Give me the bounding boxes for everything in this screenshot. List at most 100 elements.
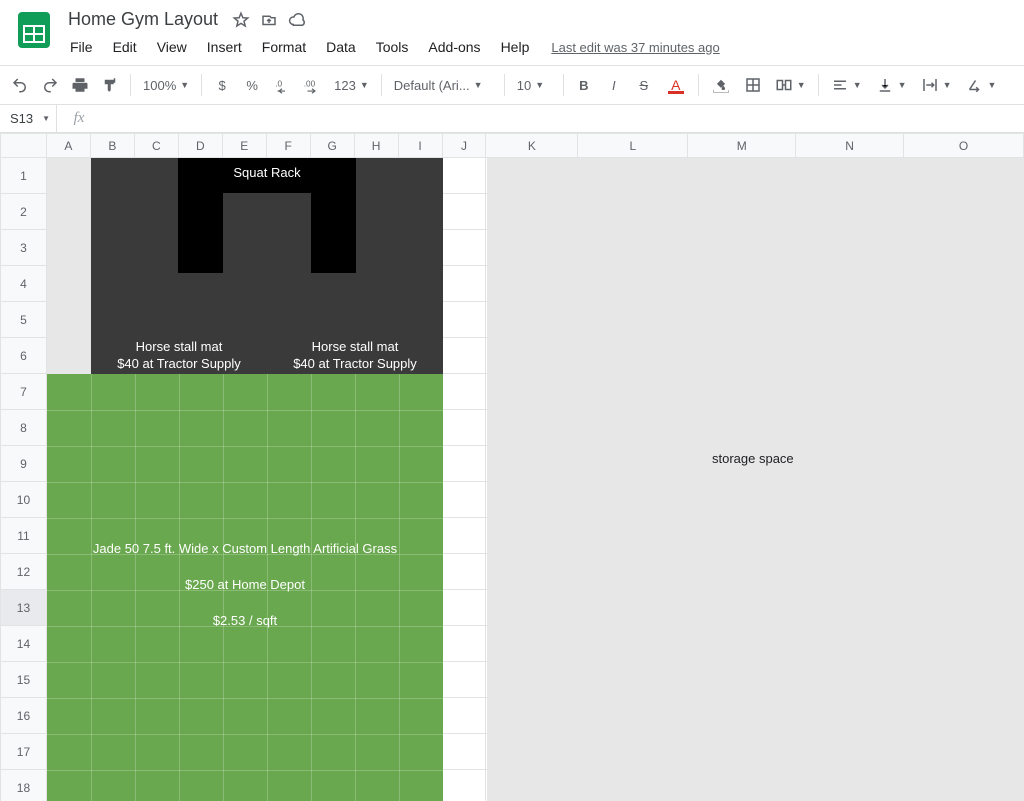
cell[interactable] (178, 338, 222, 374)
cell[interactable] (310, 698, 354, 734)
cell[interactable] (178, 158, 222, 194)
cell[interactable] (578, 230, 688, 266)
cell[interactable] (398, 230, 442, 266)
cell[interactable] (442, 194, 486, 230)
cell[interactable] (354, 338, 398, 374)
cell[interactable] (688, 374, 796, 410)
cell[interactable] (688, 302, 796, 338)
cell[interactable] (398, 590, 442, 626)
cell[interactable] (46, 734, 90, 770)
cell[interactable] (398, 662, 442, 698)
col-header[interactable]: K (486, 134, 578, 158)
font-family-dropdown[interactable]: Default (Ari...▼ (388, 71, 498, 99)
cell[interactable] (442, 230, 486, 266)
col-header[interactable]: E (222, 134, 266, 158)
cell[interactable] (46, 662, 90, 698)
cell[interactable] (398, 770, 442, 801)
cell[interactable] (486, 338, 578, 374)
menu-tools[interactable]: Tools (368, 35, 417, 59)
cell[interactable] (796, 770, 904, 801)
cell[interactable] (354, 662, 398, 698)
row-header[interactable]: 3 (1, 230, 47, 266)
row-header[interactable]: 1 (1, 158, 47, 194)
cell[interactable] (688, 482, 796, 518)
cell[interactable] (222, 446, 266, 482)
cell[interactable] (578, 446, 688, 482)
cell[interactable] (904, 590, 1024, 626)
cell[interactable] (688, 590, 796, 626)
cell[interactable] (46, 770, 90, 801)
cell[interactable] (354, 194, 398, 230)
cell[interactable] (578, 698, 688, 734)
cell[interactable] (442, 338, 486, 374)
column-header-row[interactable]: A B C D E F G H I J K L M N O (1, 134, 1024, 158)
borders-button[interactable] (739, 71, 767, 99)
cell[interactable] (46, 230, 90, 266)
cell[interactable] (310, 230, 354, 266)
cell[interactable] (178, 662, 222, 698)
cell[interactable] (688, 698, 796, 734)
cell[interactable] (796, 698, 904, 734)
cell[interactable] (134, 482, 178, 518)
cell[interactable] (486, 734, 578, 770)
cell[interactable] (222, 302, 266, 338)
cell[interactable] (46, 446, 90, 482)
cell[interactable] (486, 194, 578, 230)
cell[interactable] (46, 554, 90, 590)
text-color-button[interactable]: A (660, 71, 692, 99)
col-header[interactable]: M (688, 134, 796, 158)
cell[interactable] (134, 410, 178, 446)
cell[interactable] (178, 410, 222, 446)
cell[interactable] (310, 734, 354, 770)
cell[interactable] (904, 770, 1024, 801)
cell[interactable] (310, 446, 354, 482)
increase-decimal-button[interactable]: .00 (298, 71, 326, 99)
cell[interactable] (486, 590, 578, 626)
cell[interactable] (578, 518, 688, 554)
cell[interactable] (442, 518, 486, 554)
cell[interactable] (398, 626, 442, 662)
cell[interactable] (310, 374, 354, 410)
cell[interactable] (178, 266, 222, 302)
paint-format-button[interactable] (96, 71, 124, 99)
cell[interactable] (310, 662, 354, 698)
cell[interactable] (354, 230, 398, 266)
more-formats-dropdown[interactable]: 123▼ (328, 71, 375, 99)
cell[interactable] (442, 482, 486, 518)
cell[interactable] (178, 374, 222, 410)
cell[interactable] (222, 770, 266, 801)
cell[interactable] (266, 230, 310, 266)
cell[interactable] (310, 590, 354, 626)
print-button[interactable] (66, 71, 94, 99)
cell[interactable] (310, 302, 354, 338)
cell[interactable] (222, 518, 266, 554)
cell[interactable] (90, 338, 134, 374)
cell[interactable] (134, 662, 178, 698)
cell[interactable] (578, 770, 688, 801)
cell[interactable] (90, 698, 134, 734)
cell[interactable] (688, 230, 796, 266)
cell[interactable] (222, 590, 266, 626)
cell[interactable] (90, 662, 134, 698)
cell[interactable] (310, 338, 354, 374)
cell[interactable] (222, 230, 266, 266)
cell[interactable] (578, 338, 688, 374)
cell[interactable] (904, 734, 1024, 770)
cell[interactable] (310, 770, 354, 801)
cell[interactable] (90, 518, 134, 554)
cell[interactable] (486, 770, 578, 801)
row-header[interactable]: 13 (1, 590, 47, 626)
formula-input[interactable] (101, 105, 1024, 132)
cell[interactable] (578, 194, 688, 230)
cell[interactable] (134, 158, 178, 194)
format-percent-button[interactable]: % (238, 71, 266, 99)
cell[interactable] (442, 734, 486, 770)
cell[interactable] (688, 266, 796, 302)
cell[interactable] (398, 194, 442, 230)
cell[interactable] (354, 626, 398, 662)
cell[interactable] (486, 626, 578, 662)
cell[interactable] (222, 734, 266, 770)
cell[interactable] (134, 446, 178, 482)
cell[interactable] (398, 734, 442, 770)
cell[interactable] (688, 770, 796, 801)
